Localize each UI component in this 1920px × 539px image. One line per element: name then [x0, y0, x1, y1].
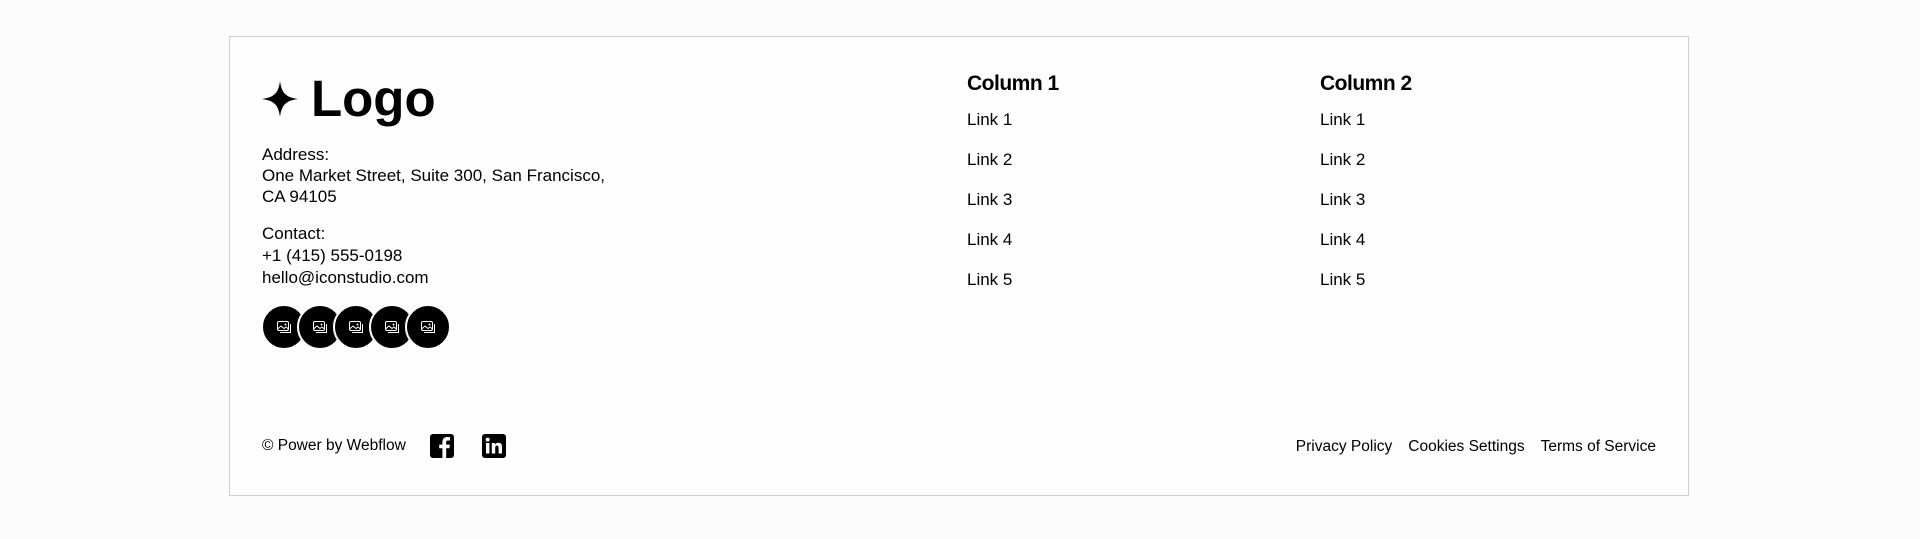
image-icon: [421, 321, 435, 333]
contact-block: Contact: +1 (415) 555-0198 hello@iconstu…: [262, 223, 429, 288]
address-block: Address: One Market Street, Suite 300, S…: [262, 144, 605, 207]
column-link[interactable]: Link 3: [1320, 190, 1412, 210]
footer-column-2: Column 2 Link 1 Link 2 Link 3 Link 4 Lin…: [1320, 70, 1412, 310]
contact-phone[interactable]: +1 (415) 555-0198: [262, 245, 429, 266]
copyright-text: © Power by Webflow: [262, 437, 406, 454]
column-title: Column 1: [967, 72, 1059, 95]
column-link[interactable]: Link 5: [1320, 270, 1412, 290]
linkedin-icon[interactable]: [481, 433, 507, 459]
image-icon: [349, 321, 363, 333]
image-icon: [277, 321, 291, 333]
social-link-5[interactable]: [405, 304, 451, 350]
address-line-1: One Market Street, Suite 300, San Franci…: [262, 166, 605, 185]
privacy-policy-link[interactable]: Privacy Policy: [1296, 438, 1392, 456]
address-line-2: CA 94105: [262, 187, 337, 206]
column-title: Column 2: [1320, 72, 1412, 95]
contact-email[interactable]: hello@iconstudio.com: [262, 267, 429, 288]
image-icon: [385, 321, 399, 333]
logo-text: Logo: [311, 70, 436, 127]
column-link[interactable]: Link 1: [1320, 110, 1412, 130]
terms-of-service-link[interactable]: Terms of Service: [1541, 438, 1656, 456]
legal-links: Privacy Policy Cookies Settings Terms of…: [1296, 438, 1656, 456]
four-point-star-icon: [262, 80, 298, 117]
cookies-settings-link[interactable]: Cookies Settings: [1408, 438, 1524, 456]
column-link[interactable]: Link 1: [967, 110, 1059, 130]
contact-label: Contact:: [262, 224, 326, 243]
facebook-icon[interactable]: [429, 433, 455, 459]
site-footer: Logo Address: One Market Street, Suite 3…: [229, 36, 1689, 496]
brand-logo[interactable]: Logo: [262, 73, 436, 124]
footer-bottom-left: © Power by Webflow: [262, 433, 507, 459]
footer-column-1: Column 1 Link 1 Link 2 Link 3 Link 4 Lin…: [967, 70, 1059, 310]
column-link[interactable]: Link 2: [1320, 150, 1412, 170]
column-link[interactable]: Link 3: [967, 190, 1059, 210]
social-icons: [261, 304, 451, 350]
address-label: Address:: [262, 145, 330, 164]
image-icon: [313, 321, 327, 333]
column-link[interactable]: Link 4: [1320, 230, 1412, 250]
column-link[interactable]: Link 4: [967, 230, 1059, 250]
column-link[interactable]: Link 5: [967, 270, 1059, 290]
column-link[interactable]: Link 2: [967, 150, 1059, 170]
